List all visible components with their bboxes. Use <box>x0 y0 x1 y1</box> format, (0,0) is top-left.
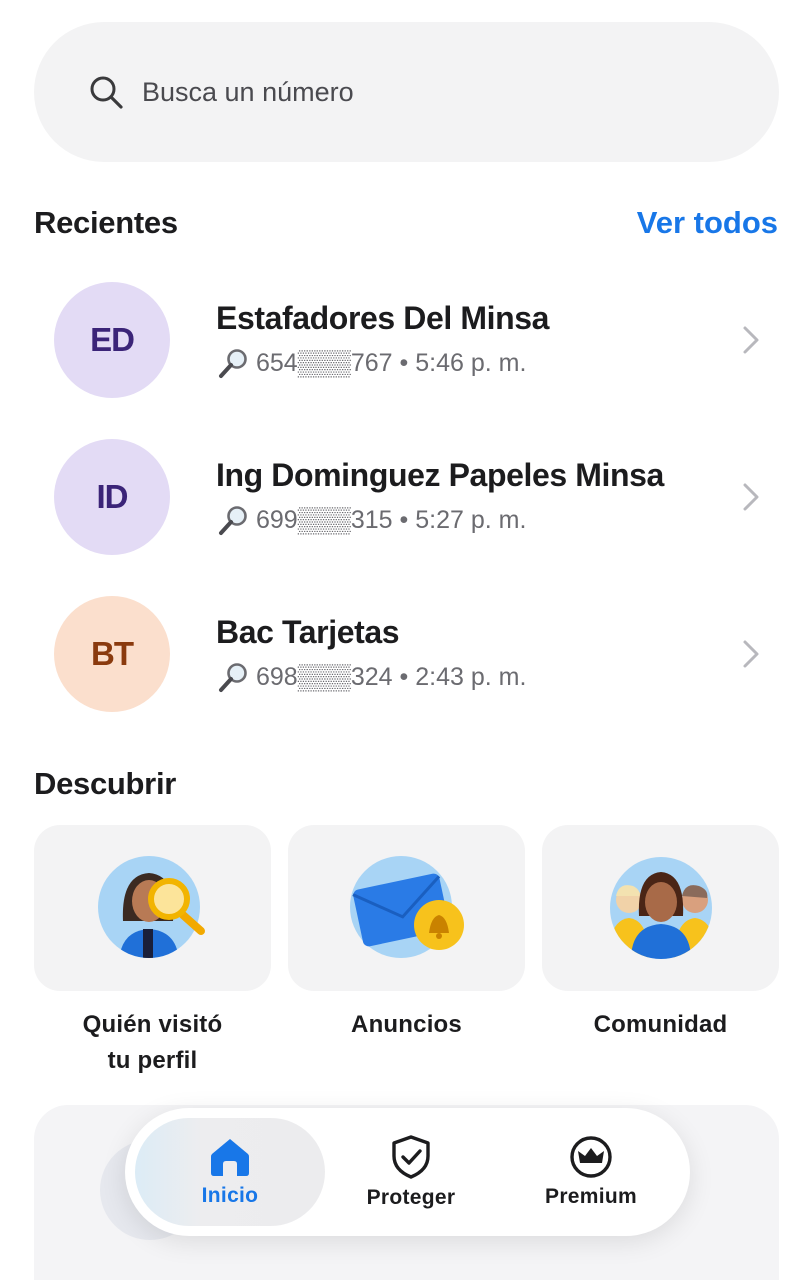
phone-number: 699▒▒▒315 <box>256 506 393 534</box>
envelope-bell-icon <box>349 856 464 958</box>
recent-item[interactable]: ID Ing Dominguez Papeles Minsa 699▒▒▒315… <box>54 438 778 556</box>
search-placeholder: Busca un número <box>142 76 354 107</box>
magnifying-glass-icon <box>219 505 247 535</box>
card-label-line1: Anuncios <box>351 1011 462 1038</box>
recents-title: Recientes <box>34 205 178 240</box>
avatar: ED <box>54 282 170 398</box>
home-icon <box>211 1139 249 1176</box>
call-time: 5:27 p. m. <box>415 506 527 534</box>
discover-card-community[interactable]: Comunidad <box>542 825 779 1043</box>
chevron-right-icon <box>743 326 759 354</box>
phone-number: 698▒▒▒324 <box>256 663 393 691</box>
discover-card-announcements[interactable]: Anuncios <box>288 825 525 1043</box>
call-time: 2:43 p. m. <box>415 663 527 691</box>
crown-icon <box>570 1136 612 1178</box>
chevron-right-icon <box>743 640 759 668</box>
call-time: 5:46 p. m. <box>415 349 527 377</box>
card-label-line2: tu perfil <box>107 1047 198 1074</box>
profile-visitor-illustration-icon <box>97 856 205 958</box>
tab-label: Premium <box>545 1185 637 1208</box>
tab-proteger[interactable]: Proteger <box>321 1118 501 1226</box>
discover-title: Descubrir <box>34 766 177 801</box>
avatar: ID <box>54 439 170 555</box>
search-bar[interactable]: Busca un número <box>34 22 779 162</box>
separator-dot: • <box>392 663 416 691</box>
separator-dot: • <box>392 349 416 377</box>
card-label-line1: Quién visitó <box>82 1011 223 1038</box>
tab-premium[interactable]: Premium <box>501 1118 681 1226</box>
contact-name: Estafadores Del Minsa <box>216 299 550 336</box>
magnifying-glass-icon <box>219 662 247 692</box>
community-people-icon <box>609 857 712 959</box>
card-label-line1: Comunidad <box>593 1011 728 1038</box>
recent-item[interactable]: BT Bac Tarjetas 698▒▒▒324 • 2:43 p. m. <box>54 595 778 713</box>
bottom-tab-bar: Inicio Proteger Premium <box>125 1108 690 1236</box>
discover-card-profile-visitors[interactable]: Quién visitó tu perfil <box>34 825 271 1079</box>
phone-number: 654▒▒▒767 <box>256 349 393 377</box>
tab-inicio[interactable]: Inicio <box>135 1118 325 1226</box>
search-icon <box>90 76 123 109</box>
contact-name: Bac Tarjetas <box>216 613 400 650</box>
contact-name: Ing Dominguez Papeles Minsa <box>216 456 664 493</box>
recent-item[interactable]: ED Estafadores Del Minsa 654▒▒▒767 • 5:4… <box>54 281 778 399</box>
tab-label: Inicio <box>201 1184 259 1207</box>
see-all-link[interactable]: Ver todos <box>637 205 778 241</box>
separator-dot: • <box>392 506 416 534</box>
chevron-right-icon <box>743 483 759 511</box>
avatar: BT <box>54 596 170 712</box>
shield-check-icon <box>392 1135 430 1179</box>
magnifying-glass-icon <box>219 348 247 378</box>
tab-label: Proteger <box>366 1186 456 1209</box>
